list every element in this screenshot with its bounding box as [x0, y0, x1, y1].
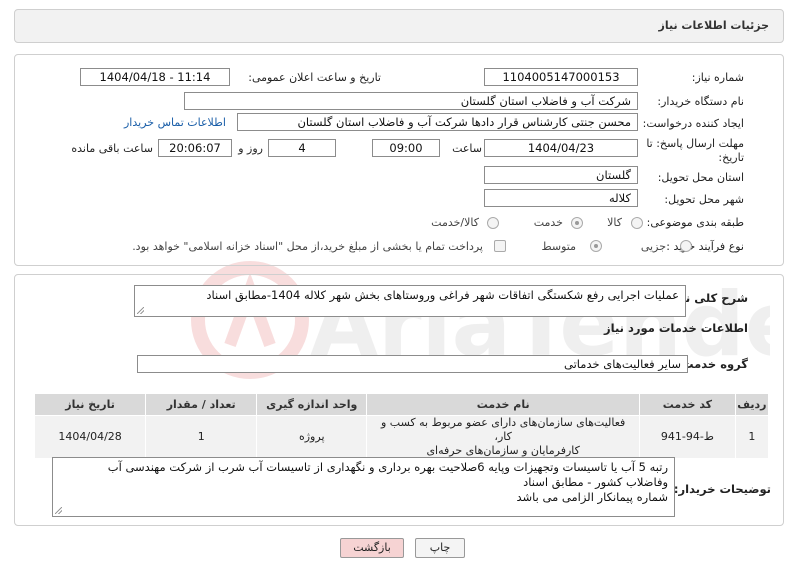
- cell-name: فعالیت‌های سازمان‌های دارای عضو مربوط به…: [366, 415, 641, 459]
- cell-qty: 1: [145, 415, 258, 459]
- cell-date: 1404/04/28: [33, 415, 147, 459]
- need-number-field[interactable]: 1104005147000153: [484, 68, 638, 86]
- remaining-time-field[interactable]: 20:06:07: [158, 139, 232, 157]
- category-radio-goods[interactable]: [631, 217, 643, 229]
- need-number-label: شماره نیاز:: [691, 71, 744, 84]
- process-radio-medium[interactable]: [590, 240, 602, 252]
- resize-grip-icon[interactable]: [137, 307, 144, 314]
- buyer-org-label: نام دستگاه خریدار:: [657, 95, 744, 108]
- category-label: طبقه بندی موضوعی:: [646, 216, 744, 229]
- category-radio-both[interactable]: [487, 217, 499, 229]
- table-row: 1 ط-94-941 فعالیت‌های سازمان‌های دارای ع…: [33, 415, 770, 459]
- col-unit: واحد اندازه گیری: [256, 393, 368, 416]
- announce-label: تاریخ و ساعت اعلان عمومی:: [248, 71, 381, 84]
- process-option-medium: متوسط: [541, 240, 576, 253]
- deadline-label-date: تاریخ:: [718, 151, 744, 164]
- buyer-notes-label: توضیحات خریدار:: [673, 482, 771, 496]
- deadline-time-field[interactable]: 09:00: [372, 139, 440, 157]
- process-label: نوع فرآیند خرید :: [666, 240, 744, 253]
- city-label: شهر محل تحویل:: [664, 193, 744, 206]
- cell-name-line1: فعالیت‌های سازمان‌های دارای عضو مربوط به…: [381, 416, 626, 443]
- back-button[interactable]: بازگشت: [340, 538, 404, 558]
- deadline-time-label: ساعت: [452, 142, 482, 155]
- category-option-goods: کالا: [607, 216, 622, 229]
- cell-index: 1: [734, 415, 770, 459]
- print-button[interactable]: چاپ: [415, 538, 465, 558]
- services-table: ردیف کد خدمت نام خدمت واحد اندازه گیری ت…: [33, 393, 770, 459]
- category-option-both: کالا/خدمت: [431, 216, 479, 229]
- deadline-label: مهلت ارسال پاسخ: تا: [646, 137, 744, 150]
- buyer-org-field[interactable]: شرکت آب و فاضلاب استان گلستان: [184, 92, 638, 110]
- table-header-row: ردیف کد خدمت نام خدمت واحد اندازه گیری ت…: [33, 393, 770, 416]
- col-date: تاریخ نیاز: [33, 393, 147, 416]
- service-group-field[interactable]: سایر فعالیت‌های خدماتی: [137, 355, 688, 373]
- days-field[interactable]: 4: [268, 139, 336, 157]
- category-option-service: خدمت: [533, 216, 563, 229]
- province-label: استان محل تحویل:: [657, 171, 744, 184]
- remaining-label: ساعت باقی مانده: [71, 142, 153, 155]
- panel-header: جزئیات اطلاعات نیاز: [14, 9, 784, 43]
- summary-text: عملیات اجرایی رفع شکستگی اتفاقات شهر فرا…: [206, 288, 679, 302]
- resize-grip-icon[interactable]: [55, 507, 62, 514]
- announce-field[interactable]: 1404/04/18 - 11:14: [80, 68, 230, 86]
- creator-field[interactable]: محسن جنتی کارشناس قرار دادها شرکت آب و ف…: [237, 113, 638, 131]
- cell-code: ط-94-941: [639, 415, 736, 459]
- buyer-contact-link[interactable]: اطلاعات تماس خریدار: [124, 116, 226, 129]
- services-section-title: اطلاعات خدمات مورد نیاز: [604, 321, 748, 335]
- treasury-payment-note: پرداخت تمام یا بخشی از مبلغ خرید،از محل …: [132, 240, 483, 253]
- deadline-date-field[interactable]: 1404/04/23: [484, 139, 638, 157]
- cell-name-line2: کارفرمایان و سازمان‌های حرفه‌ای: [426, 444, 580, 457]
- summary-textarea[interactable]: عملیات اجرایی رفع شکستگی اتفاقات شهر فرا…: [134, 285, 686, 317]
- col-name: نام خدمت: [366, 393, 641, 416]
- cell-unit: پروژه: [256, 415, 368, 459]
- process-radio-minor[interactable]: [680, 240, 692, 252]
- col-code: کد خدمت: [639, 393, 736, 416]
- buyer-notes-line1: رتبه 5 آب یا تاسیسات وتجهیزات وپایه 6صلا…: [107, 460, 668, 474]
- treasury-payment-checkbox[interactable]: [494, 240, 506, 252]
- days-label: روز و: [238, 142, 263, 155]
- province-field[interactable]: گلستان: [484, 166, 638, 184]
- city-field[interactable]: کلاله: [484, 189, 638, 207]
- col-qty: تعداد / مقدار: [145, 393, 258, 416]
- process-option-minor: جزیی: [640, 240, 666, 253]
- buyer-notes-line3: شماره پیمانکار الزامی می باشد: [516, 490, 668, 504]
- page-title: جزئیات اطلاعات نیاز: [658, 19, 770, 32]
- buyer-notes-line2: وفاضلاب کشور - مطابق اسناد: [523, 475, 668, 489]
- category-radio-service[interactable]: [571, 217, 583, 229]
- buyer-notes-textarea[interactable]: رتبه 5 آب یا تاسیسات وتجهیزات وپایه 6صلا…: [52, 457, 675, 517]
- col-index: ردیف: [734, 393, 770, 416]
- creator-label: ایجاد کننده درخواست:: [642, 117, 744, 130]
